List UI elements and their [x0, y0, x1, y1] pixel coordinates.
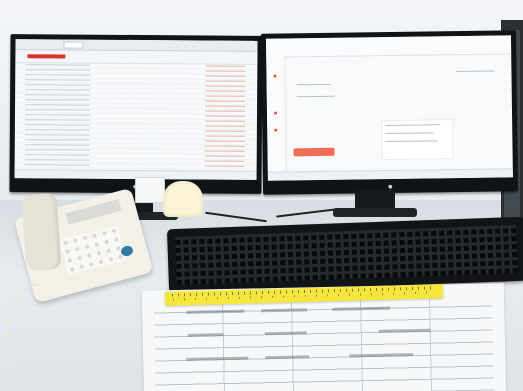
sidebar-marker — [273, 111, 278, 115]
sidebar-marker — [273, 74, 277, 78]
keyboard — [166, 216, 523, 294]
text-line — [456, 70, 495, 73]
right-monitor-screen — [265, 35, 513, 181]
small-note-card — [135, 177, 165, 203]
browser-tab-strip — [15, 39, 258, 52]
left-monitor: ● — [9, 34, 263, 194]
web-app-sidebar — [266, 56, 287, 173]
web-app-header — [265, 35, 512, 58]
phone-handset — [21, 192, 62, 272]
primary-action-button[interactable] — [293, 147, 335, 157]
small-ornament — [163, 181, 203, 217]
highlight-bar — [27, 54, 66, 59]
text-line — [296, 83, 331, 86]
taskbar — [267, 168, 513, 181]
keyboard-keys — [175, 225, 518, 285]
text-line — [296, 95, 335, 98]
right-monitor: ● — [260, 30, 519, 195]
desk-scene: ● ● — [0, 0, 523, 391]
right-monitor-base — [333, 208, 417, 217]
sidebar-marker — [274, 128, 278, 132]
left-monitor-screen — [14, 39, 258, 180]
